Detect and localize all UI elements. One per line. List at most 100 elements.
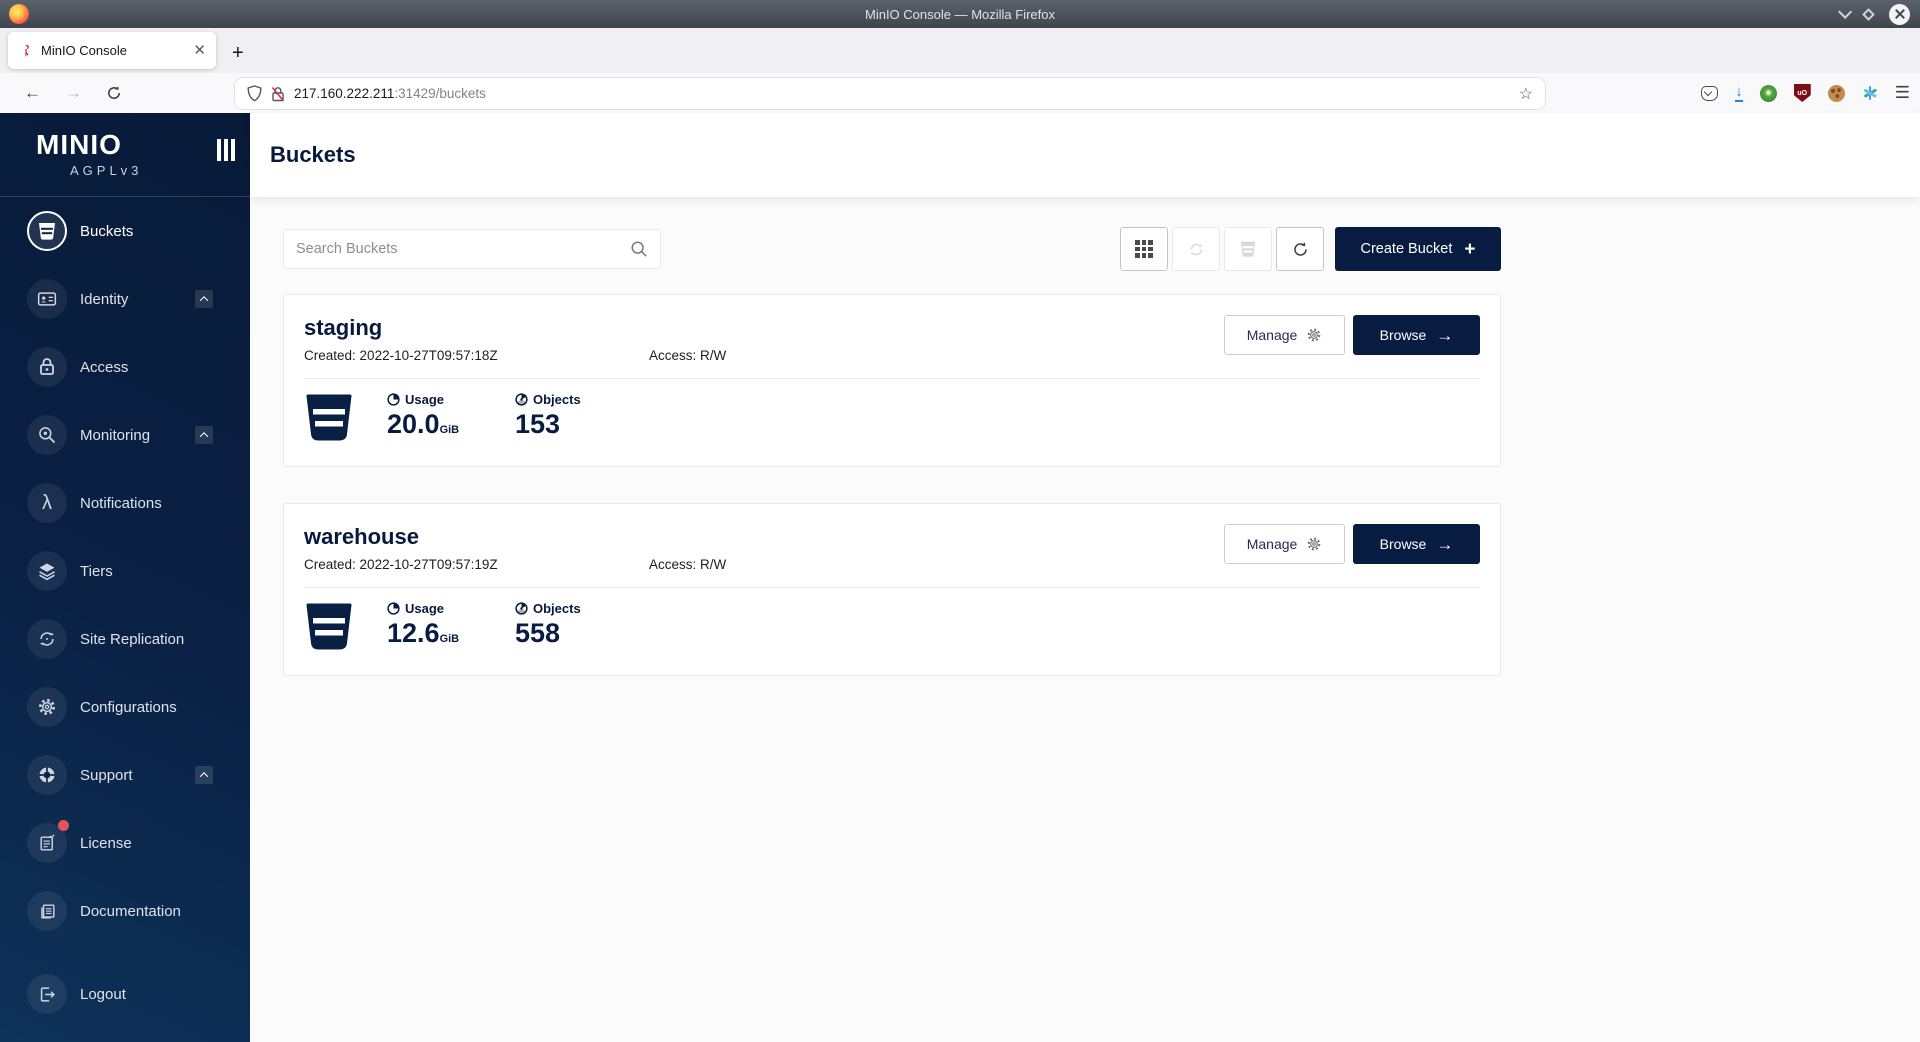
bucket-icon (304, 601, 354, 651)
bucket-name: warehouse (304, 524, 726, 550)
bucket-card-warehouse[interactable]: warehouse Created: 2022-10-27T09:57:19Z … (283, 503, 1501, 676)
window-titlebar: MinIO Console — Mozilla Firefox (0, 0, 1920, 28)
sidebar-item-monitoring[interactable]: Monitoring (0, 401, 250, 469)
window-close-icon[interactable] (1889, 4, 1910, 25)
downloads-icon[interactable]: ↓ (1735, 84, 1743, 103)
chevron-up-icon[interactable] (195, 766, 213, 784)
window-minimize-icon[interactable] (1838, 5, 1852, 19)
objects-label: Objects (533, 392, 581, 407)
firefox-logo-icon (9, 4, 29, 24)
gear-icon (1306, 327, 1322, 343)
url-bar[interactable]: 217.160.222.211:31429/buckets ☆ (235, 78, 1545, 109)
tab-minio-console[interactable]: MinIO Console ✕ (8, 32, 216, 69)
objects-label: Objects (533, 601, 581, 616)
url-host: 217.160.222.211 (294, 86, 394, 101)
window-controls (1838, 0, 1910, 28)
sidebar-item-configurations[interactable]: Configurations (0, 673, 250, 741)
create-bucket-button[interactable]: Create Bucket + (1335, 227, 1501, 271)
shield-permissions-icon[interactable] (247, 85, 262, 102)
browse-button[interactable]: Browse → (1353, 315, 1480, 355)
bucket-icon (27, 211, 67, 251)
window-maximize-icon[interactable] (1862, 8, 1875, 21)
created-label: Created: (304, 348, 356, 363)
sidebar-item-label: Identity (80, 291, 128, 308)
usage-value: 20.0GiB (387, 411, 482, 438)
bucket-metrics: Usage 12.6GiB Objects 558 (304, 601, 1480, 651)
chevron-up-icon[interactable] (195, 426, 213, 444)
chevron-up-icon[interactable] (195, 290, 213, 308)
manage-label: Manage (1247, 327, 1298, 343)
ublock-origin-icon[interactable]: uO (1794, 84, 1811, 102)
objects-icon (515, 393, 528, 406)
browser-toolbar: ← → 217.160.222.211:31429/buckets ☆ ↓ uO… (0, 73, 1920, 113)
sidebar-item-label: Notifications (80, 495, 162, 512)
bucket-card-staging[interactable]: staging Created: 2022-10-27T09:57:18Z Ac… (283, 294, 1501, 467)
refresh-icon (1292, 241, 1309, 258)
manage-button[interactable]: Manage (1224, 524, 1345, 564)
created-label: Created: (304, 557, 356, 572)
card-header: warehouse Created: 2022-10-27T09:57:19Z … (304, 524, 1480, 572)
usage-metric: Usage 12.6GiB (387, 601, 482, 647)
forward-button[interactable]: → (65, 83, 82, 103)
sidebar-item-support[interactable]: Support (0, 741, 250, 809)
access-label: Access: (649, 557, 696, 572)
sidebar-item-documentation[interactable]: Documentation (0, 877, 250, 945)
card-title-block: staging Created: 2022-10-27T09:57:18Z Ac… (304, 315, 726, 363)
set-replication-button-disabled[interactable] (1172, 227, 1220, 271)
window-title: MinIO Console — Mozilla Firefox (865, 7, 1055, 22)
objects-metric: Objects 558 (515, 601, 610, 647)
delete-buckets-button-disabled[interactable] (1224, 227, 1272, 271)
app-menu-icon[interactable]: ☰ (1895, 83, 1910, 103)
tab-close-icon[interactable]: ✕ (193, 43, 206, 58)
sidebar-item-buckets[interactable]: Buckets (0, 197, 250, 265)
sidebar-item-label: Documentation (80, 903, 181, 920)
tab-title: MinIO Console (41, 43, 185, 58)
card-divider (304, 587, 1480, 588)
view-toolbar: Create Bucket + (1120, 227, 1501, 271)
sidebar-item-logout[interactable]: Logout (0, 960, 250, 1028)
new-tab-button[interactable]: + (232, 43, 244, 63)
gear-icon (27, 687, 67, 727)
sidebar-item-label: Buckets (80, 223, 133, 240)
bucket-created: Created: 2022-10-27T09:57:19Z (304, 557, 649, 572)
usage-metric: Usage 20.0GiB (387, 392, 482, 438)
tab-bar: MinIO Console ✕ + (0, 28, 1920, 73)
search-input[interactable] (296, 241, 630, 257)
bookmark-star-icon[interactable]: ☆ (1519, 84, 1533, 104)
objects-value: 558 (515, 620, 610, 647)
app-shell: MINIO AGPLv3 Buckets Identity (0, 113, 1920, 1042)
reload-button[interactable] (106, 85, 122, 101)
bucket-icon (1239, 240, 1257, 258)
sidebar-item-notifications[interactable]: λ Notifications (0, 469, 250, 537)
cookie-extension-icon[interactable] (1828, 85, 1845, 102)
sidebar-item-label: Configurations (80, 699, 177, 716)
privacy-extension-icon[interactable] (1760, 85, 1777, 102)
objects-label-row: Objects (515, 392, 610, 407)
usage-label: Usage (405, 392, 444, 407)
bucket-created: Created: 2022-10-27T09:57:18Z (304, 348, 649, 363)
license-alert-badge (58, 820, 69, 831)
sidebar-item-access[interactable]: Access (0, 333, 250, 401)
sidebar-item-site-replication[interactable]: Site Replication (0, 605, 250, 673)
back-button[interactable]: ← (24, 83, 41, 103)
pocket-icon[interactable] (1701, 86, 1718, 101)
manage-button[interactable]: Manage (1224, 315, 1345, 355)
usage-label: Usage (405, 601, 444, 616)
usage-unit: GiB (440, 424, 460, 436)
multiaccount-extension-icon[interactable] (1862, 85, 1878, 101)
sidebar-item-identity[interactable]: Identity (0, 265, 250, 333)
sidebar-item-label: Access (80, 359, 128, 376)
sidebar-item-label: License (80, 835, 132, 852)
grid-view-button[interactable] (1120, 227, 1168, 271)
sidebar-item-license[interactable]: License (0, 809, 250, 877)
insecure-lock-icon[interactable] (271, 86, 285, 102)
url-text[interactable]: 217.160.222.211:31429/buckets (294, 86, 1510, 101)
refresh-button[interactable] (1276, 227, 1324, 271)
actions-row: Create Bucket + (283, 227, 1501, 271)
sidebar-item-label: Monitoring (80, 427, 150, 444)
sidebar-collapse-icon[interactable] (217, 139, 235, 161)
sidebar-item-tiers[interactable]: Tiers (0, 537, 250, 605)
browse-button[interactable]: Browse → (1353, 524, 1480, 564)
replication-icon (1188, 241, 1205, 258)
manage-label: Manage (1247, 536, 1298, 552)
